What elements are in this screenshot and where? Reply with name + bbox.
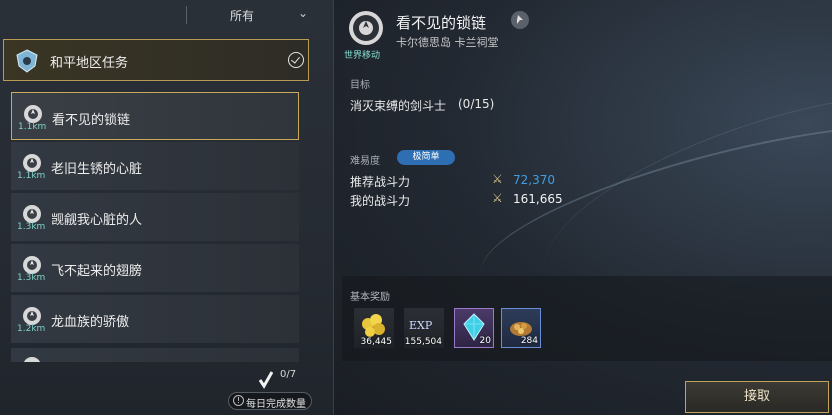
quest-marker-icon (24, 105, 42, 123)
filter-dropdown-label[interactable]: 所有 (230, 7, 254, 24)
quest-distance: 1.3km (17, 222, 46, 232)
filter-bar: 所有 ⌄ (0, 0, 333, 32)
quest-item[interactable]: 1.1km 老旧生锈的心脏 (11, 142, 299, 190)
quest-item[interactable]: 1.2km 龙血族的骄傲 (11, 295, 299, 343)
quest-marker-icon (23, 357, 41, 362)
daily-count: 0/7 (280, 369, 297, 380)
quest-name: 老旧生锈的心脏 (51, 162, 143, 177)
region-emblem-icon (16, 49, 38, 73)
quest-item[interactable]: 1.3km 觊觎我心脏的人 (11, 193, 299, 241)
goal-count: (0/15) (458, 97, 495, 111)
checkmark-icon (259, 371, 273, 389)
my-power-label: 我的战斗力 (350, 194, 411, 208)
world-move-tag[interactable]: 世界移动 (344, 48, 380, 61)
reward-label: 基本奖励 (350, 292, 390, 303)
quest-title: 看不见的锁链 (396, 14, 487, 32)
quest-marker-icon (23, 205, 41, 223)
quest-name: 觊觎我心脏的人 (51, 213, 143, 228)
daily-completion-label: 每日完成数量 (246, 399, 306, 410)
filter-divider (186, 6, 187, 24)
quest-distance: 1.1km (17, 171, 46, 181)
quest-distance: 1.2km (17, 324, 46, 334)
reward-qty: 155,504 (404, 337, 442, 347)
quest-name: 飞不起来的翅膀 (51, 264, 143, 279)
quest-item-selected[interactable]: 1.1km 看不见的锁链 (11, 92, 299, 140)
reward-slot[interactable]: 20 (454, 308, 494, 348)
quest-distance: 1.1km (18, 122, 47, 132)
quest-name: 看不见的锁链 (52, 113, 131, 128)
recommended-power-label: 推荐战斗力 (350, 175, 411, 189)
goal-text: 消灭束缚的剑斗士 (350, 99, 447, 113)
difficulty-label: 难易度 (350, 156, 380, 167)
quest-detail-panel: 世界移动 看不见的锁链 卡尔德思岛 卡兰祠堂 目标 消灭束缚的剑斗士 (0/15… (334, 0, 832, 415)
quest-marker-icon (23, 307, 41, 325)
check-circle-icon[interactable] (288, 52, 304, 68)
daily-completion-button[interactable]: ! 每日完成数量 (228, 392, 312, 410)
recommended-power-value: 72,370 (513, 173, 555, 187)
quest-list-panel: 所有 ⌄ 和平地区任务 1.1km 看不见的锁链 1.1km 老旧生锈的心脏 1… (0, 0, 334, 415)
quest-item-partial[interactable] (11, 348, 299, 362)
quest-marker-icon (23, 256, 41, 274)
quest-location: 卡尔德思岛 卡兰祠堂 (396, 36, 499, 49)
quest-name: 龙血族的骄傲 (51, 315, 130, 330)
reward-qty: 20 (479, 336, 491, 346)
reward-panel: 基本奖励 36,445 EXP 155,504 20 284 (342, 276, 832, 361)
reward-slot[interactable]: 36,445 (354, 308, 394, 348)
crossed-swords-icon: ⚔ (492, 191, 503, 205)
reward-slot[interactable]: EXP 155,504 (404, 308, 444, 348)
goal-label: 目标 (350, 80, 370, 91)
crossed-swords-icon: ⚔ (492, 172, 503, 186)
reward-qty: 284 (520, 336, 538, 346)
region-header[interactable]: 和平地区任务 (3, 39, 309, 81)
quest-list: 1.1km 看不见的锁链 1.1km 老旧生锈的心脏 1.3km 觊觎我心脏的人… (11, 90, 301, 362)
quest-item[interactable]: 1.3km 飞不起来的翅膀 (11, 244, 299, 292)
difficulty-badge: 极简单 (397, 150, 455, 165)
region-title: 和平地区任务 (50, 56, 129, 71)
reward-qty: 36,445 (360, 337, 393, 347)
exp-icon: EXP (409, 319, 433, 332)
quest-emblem-icon (349, 11, 383, 45)
quest-marker-icon (23, 154, 41, 172)
reward-slot[interactable]: 284 (501, 308, 541, 348)
chevron-down-icon[interactable]: ⌄ (298, 6, 308, 20)
quest-distance: 1.3km (17, 273, 46, 283)
my-power-value: 161,665 (513, 192, 563, 206)
pin-icon[interactable] (511, 11, 529, 29)
accept-button[interactable]: 接取 (685, 381, 829, 413)
info-icon: ! (233, 395, 244, 406)
